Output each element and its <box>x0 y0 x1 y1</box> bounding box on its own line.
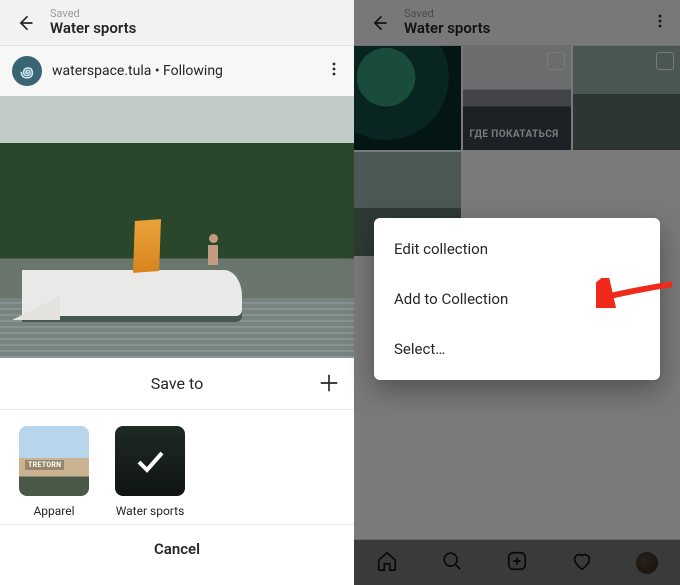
context-menu: Edit collection Add to Collection Select… <box>374 218 660 380</box>
dimming-overlay <box>0 0 354 356</box>
plus-icon <box>318 372 340 394</box>
collection-thumb <box>115 426 185 496</box>
left-screenshot: Saved Water sports ꩜ waterspace.tula • F… <box>0 0 354 585</box>
menu-item-edit-collection[interactable]: Edit collection <box>374 224 660 274</box>
check-icon <box>134 445 166 477</box>
save-to-sheet: Save to TRETORN Apparel Water sports Can… <box>0 358 354 572</box>
sheet-title: Save to <box>151 374 203 393</box>
new-collection-button[interactable] <box>318 372 340 398</box>
collection-label: Apparel <box>33 504 74 518</box>
right-screenshot: Saved Water sports ГДЕ ПОКАТАТЬСЯ Edit c… <box>354 0 680 585</box>
collection-label: Water sports <box>116 504 185 518</box>
collection-thumb: TRETORN <box>19 426 89 496</box>
brand-tag: TRETORN <box>25 460 64 470</box>
cancel-label: Cancel <box>154 540 200 558</box>
collections-row: TRETORN Apparel Water sports <box>0 410 354 524</box>
menu-item-add-to-collection[interactable]: Add to Collection <box>374 274 660 324</box>
cancel-button[interactable]: Cancel <box>0 524 354 572</box>
menu-item-select[interactable]: Select… <box>374 324 660 374</box>
collection-item-water-sports[interactable]: Water sports <box>114 426 186 518</box>
collection-item-apparel[interactable]: TRETORN Apparel <box>18 426 90 518</box>
sheet-header: Save to <box>0 358 354 410</box>
